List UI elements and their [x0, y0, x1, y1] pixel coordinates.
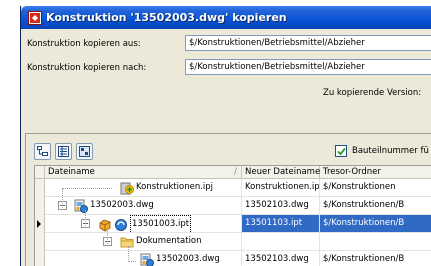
new-filename-cell[interactable]: Konstruktionen.ipj	[242, 179, 320, 197]
tree-view-button[interactable]	[34, 143, 51, 160]
part-number-checkbox[interactable]	[335, 145, 347, 157]
filename-text: 13501003.ipt	[130, 215, 192, 232]
row-indicator	[35, 251, 45, 266]
version-label: Zu kopierende Version:	[323, 88, 422, 98]
vault-folder-cell[interactable]: $/Konstruktionen	[320, 179, 431, 197]
filename-cell[interactable]: − 13502003.dwg	[45, 197, 242, 215]
new-filename-cell[interactable]	[242, 233, 320, 251]
new-filename-cell[interactable]: 13501103.ipt	[242, 215, 320, 233]
part-file-icon	[98, 218, 112, 232]
new-filename-cell[interactable]: 13502103.dwg	[242, 197, 320, 215]
column-header-neuer-dateiname[interactable]: Neuer Dateiname	[242, 166, 320, 179]
vault-status-icon	[114, 218, 128, 232]
table-row-selected[interactable]: − 13501003.ipt 13501103.ipt $/Konstrukti…	[35, 215, 431, 233]
table-row[interactable]: − Dokumentation	[35, 233, 431, 251]
target-label: Konstruktion kopieren nach:	[27, 63, 147, 73]
tree-connector	[85, 210, 86, 226]
title-bar[interactable]: Konstruktion '13502003.dwg' kopieren	[21, 6, 431, 29]
table-row[interactable]: 13502003.dwg 13502103.dwg $/Konstruktion…	[35, 251, 431, 266]
vault-folder-cell[interactable]	[320, 233, 431, 251]
tree-connector	[62, 188, 63, 208]
column-header-label: Dateiname	[48, 167, 95, 177]
window-title: Konstruktion '13502003.dwg' kopieren	[46, 11, 287, 24]
row-indicator	[35, 233, 45, 251]
source-path-field[interactable]: $/Konstruktionen/Betriebsmittel/Abzieher	[185, 35, 431, 51]
file-table: Dateiname / Neuer Dateiname Tresor-Ordne…	[34, 165, 431, 266]
column-header-dateiname[interactable]: Dateiname /	[45, 166, 242, 179]
row-indicator	[35, 179, 45, 197]
part-number-checkbox-label: Bauteilnummer fü	[352, 146, 429, 156]
filename-cell[interactable]: − 13501003.ipt	[45, 215, 242, 233]
tree-view-icon	[37, 146, 48, 156]
source-label: Konstruktion kopieren aus:	[27, 39, 141, 49]
tree-connector	[128, 246, 129, 262]
sort-indicator-icon: /	[234, 167, 237, 177]
details-view-button[interactable]	[76, 143, 93, 160]
tree-connector	[128, 261, 136, 262]
list-view-icon	[58, 146, 69, 157]
filename-text: Konstruktionen.ipj	[136, 182, 214, 192]
tree-connector	[107, 228, 108, 244]
tree-connector	[62, 188, 112, 189]
filename-cell[interactable]: − Dokumentation	[45, 233, 242, 251]
table-row[interactable]: − 13502003.dwg 13502103.dwg $/Konstrukti…	[35, 197, 431, 215]
current-row-arrow-icon	[37, 220, 41, 228]
grid-view-icon	[79, 146, 90, 157]
row-indicator	[35, 197, 45, 215]
checkmark-icon	[336, 147, 346, 155]
target-path-field[interactable]: $/Konstruktionen/Betriebsmittel/Abzieher	[185, 59, 431, 75]
new-filename-cell[interactable]: 13502103.dwg	[242, 251, 320, 266]
column-header-label: Tresor-Ordner	[323, 167, 381, 177]
file-grid-panel: Bauteilnummer fü Dateiname / Neuer Datei…	[25, 133, 431, 266]
filename-cell[interactable]: 13502003.dwg	[45, 251, 242, 266]
vault-folder-cell[interactable]: $/Konstruktionen/B	[320, 251, 431, 266]
row-indicator-header	[35, 166, 45, 179]
column-header-tresor-ordner[interactable]: Tresor-Ordner	[320, 166, 431, 179]
app-icon	[27, 10, 42, 25]
filename-text: 13502003.dwg	[156, 254, 220, 264]
project-file-icon	[120, 181, 134, 195]
list-view-button[interactable]	[55, 143, 72, 160]
filename-text: Dokumentation	[136, 236, 202, 246]
copy-design-dialog: Konstruktion '13502003.dwg' kopieren Kon…	[20, 6, 431, 266]
folder-icon	[120, 235, 134, 249]
filename-text: 13502003.dwg	[90, 200, 154, 210]
drawing-file-icon	[140, 253, 154, 266]
vault-folder-cell[interactable]: $/Konstruktionen/B	[320, 215, 431, 233]
column-header-label: Neuer Dateiname	[245, 167, 321, 177]
vault-folder-cell[interactable]: $/Konstruktionen/B	[320, 197, 431, 215]
row-indicator	[35, 215, 45, 233]
